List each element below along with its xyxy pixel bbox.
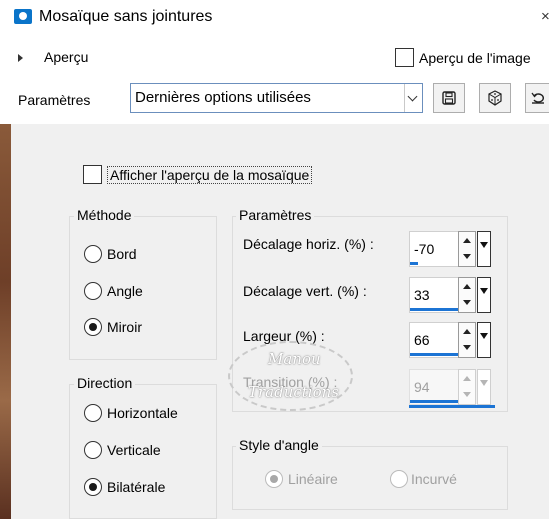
background-image-strip	[0, 124, 11, 519]
close-icon[interactable]: ×	[541, 8, 549, 25]
transition-dropdown	[477, 369, 491, 405]
spin-down-icon[interactable]	[463, 254, 471, 259]
random-parameters-button[interactable]	[479, 83, 511, 113]
method-label-angle[interactable]: Angle	[107, 283, 143, 299]
vert-offset-value: 33	[414, 287, 430, 303]
method-radio-bord[interactable]	[84, 245, 102, 263]
presets-dropdown-value: Dernières options utilisées	[135, 89, 311, 106]
direction-label-bilaterale[interactable]: Bilatérale	[107, 479, 165, 495]
dropdown-button[interactable]	[404, 84, 422, 112]
horiz-offset-field[interactable]: -70	[409, 231, 459, 267]
spin-up-icon	[463, 376, 471, 381]
vert-offset-spinner[interactable]	[458, 277, 476, 313]
width-value: 66	[414, 332, 430, 348]
direction-radio-verticale[interactable]	[84, 441, 102, 459]
direction-radio-horizontale[interactable]	[84, 404, 102, 422]
dice-icon	[488, 90, 502, 106]
camera-icon	[14, 9, 32, 24]
chevron-down-icon	[407, 91, 418, 102]
corner-radio-lineaire	[265, 470, 283, 488]
window-title: Mosaïque sans jointures	[39, 8, 213, 25]
show-tile-preview-checkbox[interactable]	[83, 165, 102, 184]
presets-dropdown[interactable]: Dernières options utilisées	[130, 83, 423, 113]
horiz-offset-dropdown[interactable]	[477, 231, 491, 267]
direction-group-title: Direction	[74, 375, 136, 391]
watermark-line1: Manou	[268, 350, 321, 368]
watermark-line2: Traductions	[248, 383, 339, 401]
floppy-disk-icon	[442, 91, 456, 105]
presets-label: Paramètres	[18, 92, 91, 108]
corner-label-lineaire: Linéaire	[288, 471, 338, 487]
show-tile-preview-label[interactable]: Afficher l'aperçu de la mosaïque	[107, 166, 313, 184]
dropdown-arrow-icon	[480, 242, 488, 248]
method-label-miroir[interactable]: Miroir	[107, 319, 142, 335]
horiz-offset-level-bar	[410, 262, 418, 265]
horiz-offset-value: -70	[414, 241, 435, 257]
image-preview-checkbox[interactable]	[395, 48, 414, 67]
reset-icon	[530, 92, 544, 104]
method-label-bord[interactable]: Bord	[107, 246, 137, 262]
transition-spinner	[458, 369, 476, 405]
spin-up-icon[interactable]	[463, 284, 471, 289]
spin-up-icon[interactable]	[463, 329, 471, 334]
vert-offset-field[interactable]: 33	[409, 277, 466, 313]
dropdown-arrow-icon	[480, 380, 488, 386]
save-preset-button[interactable]	[433, 83, 465, 113]
corner-radio-incurve	[390, 470, 408, 488]
method-radio-miroir[interactable]	[84, 318, 102, 336]
vert-offset-dropdown[interactable]	[477, 277, 491, 313]
transition-field: 94	[409, 369, 460, 405]
spin-down-icon[interactable]	[463, 345, 471, 350]
transition-bar-extension	[409, 405, 495, 408]
params-group-title: Paramètres	[236, 207, 315, 223]
width-spinner[interactable]	[458, 322, 476, 358]
corner-style-group-title: Style d'angle	[236, 437, 322, 453]
transition-value: 94	[414, 379, 430, 395]
direction-radio-bilaterale[interactable]	[84, 478, 102, 496]
spin-up-icon[interactable]	[463, 238, 471, 243]
corner-label-incurve: Incurvé	[411, 471, 457, 487]
method-radio-angle[interactable]	[84, 282, 102, 300]
horiz-offset-spinner[interactable]	[458, 231, 476, 267]
expand-triangle-icon[interactable]	[18, 54, 23, 62]
spin-down-icon	[463, 392, 471, 397]
direction-label-verticale[interactable]: Verticale	[107, 442, 161, 458]
dropdown-arrow-icon	[480, 288, 488, 294]
preview-toggle-label[interactable]: Aperçu	[44, 49, 88, 65]
reset-button[interactable]	[525, 83, 549, 113]
spin-down-icon[interactable]	[463, 300, 471, 305]
direction-label-horizontale[interactable]: Horizontale	[107, 405, 178, 421]
dropdown-arrow-icon	[480, 333, 488, 339]
image-preview-label: Aperçu de l'image	[419, 50, 531, 66]
width-field[interactable]: 66	[409, 322, 466, 358]
transition-level-bar	[410, 400, 460, 403]
width-dropdown[interactable]	[477, 322, 491, 358]
method-group-title: Méthode	[74, 207, 135, 223]
param-label-horiz-offset: Décalage horiz. (%) :	[243, 236, 374, 252]
param-label-vert-offset: Décalage vert. (%) :	[243, 283, 367, 299]
